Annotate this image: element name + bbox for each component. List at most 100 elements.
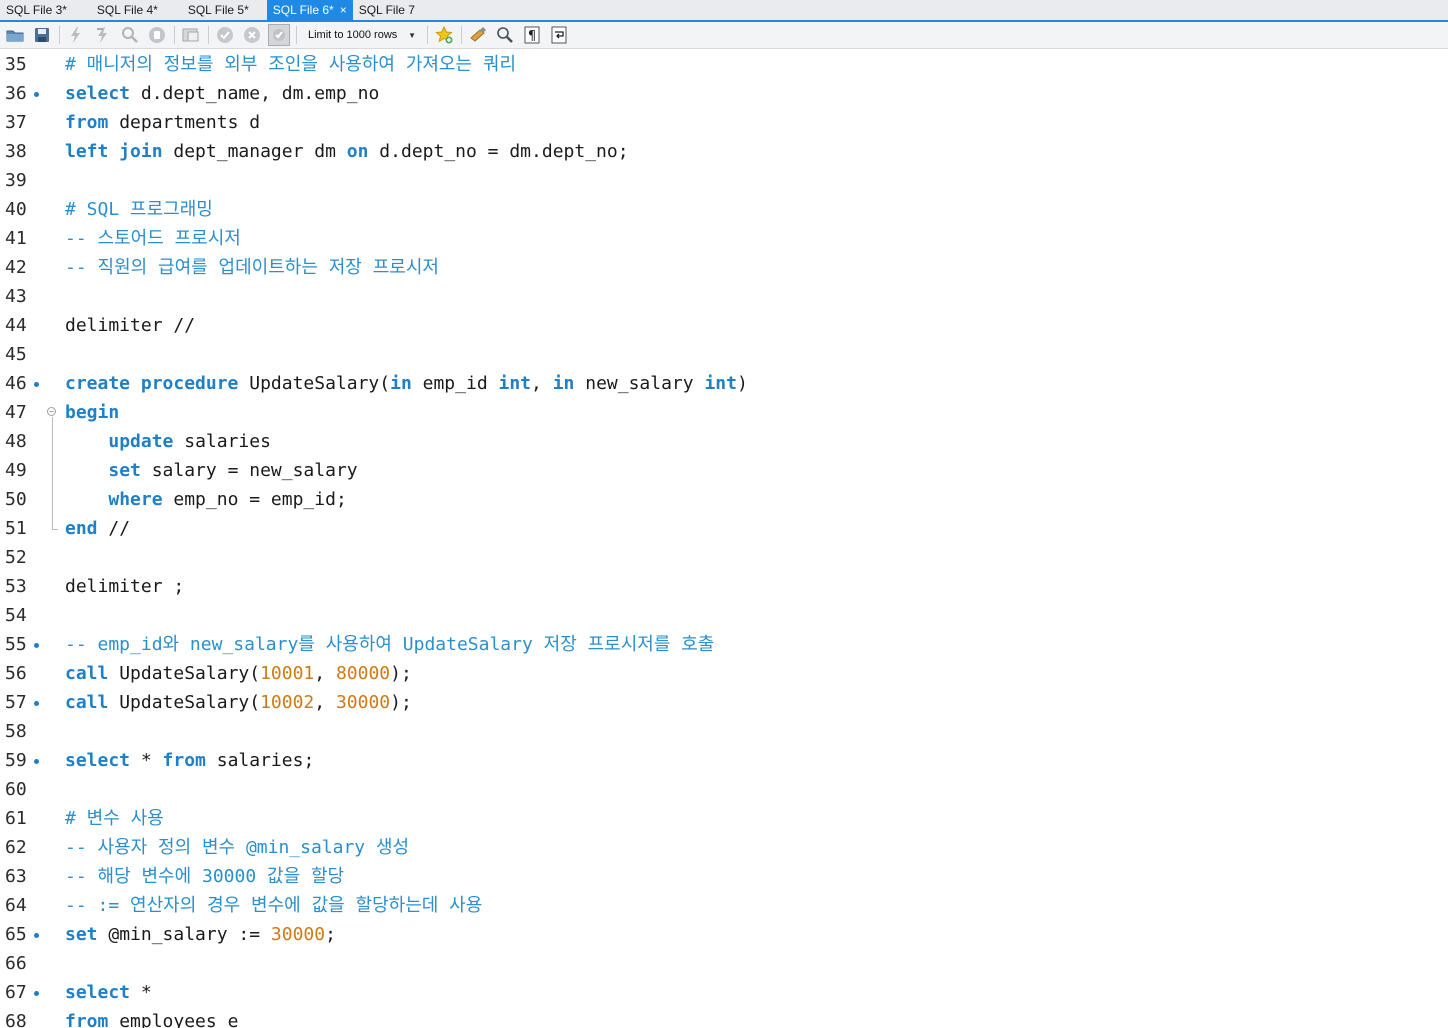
line-number: 36	[5, 83, 27, 104]
code-line[interactable]: 46 create procedure UpdateSalary(in emp_i…	[0, 369, 1448, 398]
code-text: from employees e	[65, 1007, 238, 1028]
code-line[interactable]: 40 # SQL 프로그래밍	[0, 195, 1448, 224]
code-text: # 매니저의 정보를 외부 조인을 사용하여 가져오는 쿼리	[65, 50, 516, 79]
code-text: select *	[65, 978, 152, 1007]
sql-keyword: select	[65, 83, 131, 104]
code-token: UpdateSalary(	[108, 692, 261, 713]
code-text: delimiter //	[65, 311, 195, 340]
tab-sql-file-7[interactable]: SQL File 7	[353, 0, 421, 20]
code-line[interactable]: 38 left join dept_manager dm on d.dept_no…	[0, 137, 1448, 166]
toggle-output-icon[interactable]	[180, 24, 202, 46]
code-line[interactable]: 37 from departments d	[0, 108, 1448, 137]
code-line[interactable]: 45	[0, 340, 1448, 369]
code-token: ,	[531, 373, 553, 394]
fold-toggle-icon[interactable]: −	[47, 407, 56, 416]
code-line[interactable]: 65 set @min_salary := 30000;	[0, 920, 1448, 949]
line-number: 67	[5, 982, 27, 1003]
tab-label: SQL File 3*	[6, 3, 67, 17]
code-token: ,	[314, 663, 336, 684]
code-line[interactable]: 39	[0, 166, 1448, 195]
code-line[interactable]: 61 # 변수 사용	[0, 804, 1448, 833]
code-line[interactable]: 49 set salary = new_salary	[0, 456, 1448, 485]
line-number: 39	[5, 170, 27, 191]
add-snippet-icon[interactable]	[433, 24, 455, 46]
code-line[interactable]: 68 from employees e	[0, 1007, 1448, 1028]
code-line[interactable]: 67 select *	[0, 978, 1448, 1007]
sql-editor[interactable]: 35 # 매니저의 정보를 외부 조인을 사용하여 가져오는 쿼리 36 select…	[0, 50, 1448, 1028]
find-icon[interactable]	[494, 24, 516, 46]
line-number: 63	[5, 866, 27, 887]
statement-marker-icon	[34, 92, 39, 97]
code-token: *	[130, 982, 152, 1003]
code-line[interactable]: 35 # 매니저의 정보를 외부 조인을 사용하여 가져오는 쿼리	[0, 50, 1448, 79]
code-text: -- := 연산자의 경우 변수에 값을 할당하는데 사용	[65, 891, 482, 920]
limit-rows-label: Limit to 1000 rows	[308, 29, 398, 41]
code-line[interactable]: 54	[0, 601, 1448, 630]
code-line[interactable]: 57 call UpdateSalary(10002, 30000);	[0, 688, 1448, 717]
sql-keyword: begin	[65, 402, 120, 423]
code-text: call UpdateSalary(10001, 80000);	[65, 659, 412, 688]
toolbar-separator	[427, 26, 428, 44]
commit-icon[interactable]	[214, 24, 236, 46]
tab-close-icon[interactable]: ×	[340, 4, 347, 16]
code-text: create procedure UpdateSalary(in emp_id …	[65, 369, 748, 398]
code-line[interactable]: 63 -- 해당 변수에 30000 값을 할당	[0, 862, 1448, 891]
svg-text:¶: ¶	[528, 29, 536, 44]
tab-sql-file-4[interactable]: SQL File 4*	[91, 0, 164, 20]
code-token: employees e	[108, 1011, 239, 1028]
toolbar-separator	[461, 26, 462, 44]
open-file-icon[interactable]	[4, 24, 26, 46]
sql-keyword: end	[65, 518, 98, 539]
code-text: -- 해당 변수에 30000 값을 할당	[65, 862, 344, 891]
code-token: )	[736, 373, 748, 394]
code-token: salaries;	[205, 750, 315, 771]
code-token: emp_no = emp_id;	[162, 489, 347, 510]
execute-current-icon[interactable]	[92, 24, 114, 46]
invisible-chars-icon[interactable]: ¶	[521, 24, 543, 46]
save-icon[interactable]	[31, 24, 53, 46]
code-text: # 변수 사용	[65, 804, 164, 833]
code-token: @min_salary :=	[97, 924, 271, 945]
editor-tab-bar: SQL File 3* SQL File 4* SQL File 5* SQL …	[0, 0, 1448, 22]
stop-icon[interactable]	[146, 24, 168, 46]
tab-sql-file-5[interactable]: SQL File 5*	[182, 0, 255, 20]
code-line[interactable]: 58	[0, 717, 1448, 746]
code-line[interactable]: 48 update salaries	[0, 427, 1448, 456]
line-number: 58	[5, 721, 27, 742]
code-line[interactable]: 66	[0, 949, 1448, 978]
code-line[interactable]: 50 where emp_no = emp_id;	[0, 485, 1448, 514]
code-line[interactable]: 43	[0, 282, 1448, 311]
rollback-icon[interactable]	[241, 24, 263, 46]
code-line[interactable]: 36 select d.dept_name, dm.emp_no	[0, 79, 1448, 108]
tab-sql-file-6[interactable]: SQL File 6* ×	[266, 0, 353, 20]
code-line[interactable]: 56 call UpdateSalary(10001, 80000);	[0, 659, 1448, 688]
sql-keyword: create procedure	[65, 373, 239, 394]
number-literal: 30000	[270, 924, 326, 945]
code-line[interactable]: 62 -- 사용자 정의 변수 @min_salary 생성	[0, 833, 1448, 862]
code-line[interactable]: 60	[0, 775, 1448, 804]
code-token: d.dept_name, dm.emp_no	[130, 83, 380, 104]
word-wrap-icon[interactable]	[548, 24, 570, 46]
tab-label: SQL File 7	[358, 3, 415, 17]
autocommit-icon[interactable]	[268, 24, 290, 46]
code-line[interactable]: 42 -- 직원의 급여를 업데이트하는 저장 프로시저	[0, 253, 1448, 282]
code-line[interactable]: 47 − begin	[0, 398, 1448, 427]
code-line[interactable]: 44 delimiter //	[0, 311, 1448, 340]
code-line[interactable]: 64 -- := 연산자의 경우 변수에 값을 할당하는데 사용	[0, 891, 1448, 920]
explain-icon[interactable]	[119, 24, 141, 46]
tab-sql-file-3[interactable]: SQL File 3*	[0, 0, 73, 20]
limit-rows-select[interactable]: Limit to 1000 rows ▼	[302, 26, 420, 44]
code-line[interactable]: 41 -- 스토어드 프로시저	[0, 224, 1448, 253]
code-line[interactable]: 59 select * from salaries;	[0, 746, 1448, 775]
code-line[interactable]: 51 end //	[0, 514, 1448, 543]
sql-comment: -- 직원의 급여를 업데이트하는 저장 프로시저	[65, 257, 439, 278]
statement-marker-icon	[34, 382, 39, 387]
beautify-icon[interactable]	[467, 24, 489, 46]
code-line[interactable]: 55 -- emp_id와 new_salary를 사용하여 UpdateSala…	[0, 630, 1448, 659]
line-number: 66	[5, 953, 27, 974]
execute-icon[interactable]	[65, 24, 87, 46]
line-number: 41	[5, 228, 27, 249]
code-line[interactable]: 53 delimiter ;	[0, 572, 1448, 601]
code-line[interactable]: 52	[0, 543, 1448, 572]
